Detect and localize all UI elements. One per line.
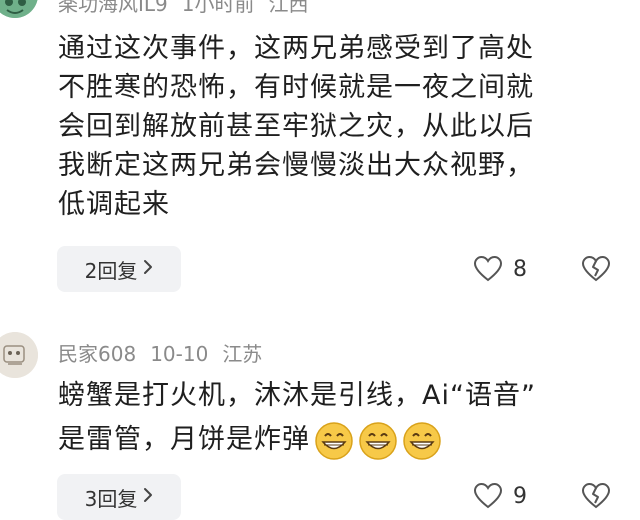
chevron-right-icon bbox=[143, 256, 153, 280]
avatar-image bbox=[0, 0, 38, 18]
comment-meta: 楽功海风IL9 1小时前 江西 bbox=[58, 0, 323, 17]
like-count: 8 bbox=[513, 256, 527, 282]
comment-item: 民家608 10-10 江苏 螃蟹是打火机，沐沐是引线，Ai“语音” 是雷管，月饼是… bbox=[0, 330, 640, 520]
grinning-face-emoji bbox=[402, 421, 442, 461]
reply-count-label: 2回复 bbox=[84, 258, 138, 283]
grinning-face-emoji bbox=[358, 421, 398, 461]
view-replies-button[interactable]: 2回复 bbox=[57, 246, 181, 292]
dislike-button[interactable] bbox=[581, 482, 611, 510]
comment-time: 10-10 bbox=[150, 342, 209, 366]
reply-count-label: 3回复 bbox=[84, 486, 138, 511]
view-replies-button[interactable]: 3回复 bbox=[57, 474, 181, 520]
comment-line: 我断定这两兄弟会慢慢淡出大众视野， bbox=[58, 150, 534, 181]
comment-line: 是雷管，月饼是炸弹 bbox=[58, 418, 618, 462]
broken-heart-icon[interactable] bbox=[581, 482, 611, 510]
heart-outline-icon[interactable] bbox=[473, 482, 503, 510]
like-count: 9 bbox=[513, 483, 527, 509]
like-control[interactable]: 8 bbox=[473, 255, 527, 283]
author-name[interactable]: 楽功海风IL9 bbox=[58, 0, 168, 16]
comment-text: 通过这次事件，这两兄弟感受到了高处 不胜寒的恐怖，有时候就是一夜之间就 会回到解… bbox=[58, 29, 618, 224]
dislike-button[interactable] bbox=[581, 255, 611, 283]
comment-location: 江西 bbox=[268, 0, 309, 16]
avatar[interactable] bbox=[0, 0, 38, 18]
comment-line-text: 是雷管，月饼是炸弹 bbox=[58, 424, 310, 455]
avatar-image bbox=[0, 332, 38, 378]
comment-meta: 民家608 10-10 江苏 bbox=[58, 338, 276, 367]
like-control[interactable]: 9 bbox=[473, 482, 527, 510]
comment-location: 江苏 bbox=[222, 342, 263, 366]
comment-line: 低调起来 bbox=[58, 189, 170, 220]
avatar[interactable] bbox=[0, 332, 38, 378]
comment-time: 1小时前 bbox=[181, 0, 255, 16]
grinning-face-emoji bbox=[314, 421, 354, 461]
heart-outline-icon[interactable] bbox=[473, 255, 503, 283]
comment-item: 楽功海风IL9 1小时前 江西 通过这次事件，这两兄弟感受到了高处 不胜寒的恐怖，有… bbox=[0, 0, 640, 300]
comment-line: 会回到解放前甚至牢狱之灾，从此以后 bbox=[58, 111, 534, 142]
comment-line: 不胜寒的恐怖，有时候就是一夜之间就 bbox=[58, 72, 534, 103]
comment-text: 螃蟹是打火机，沐沐是引线，Ai“语音” 是雷管，月饼是炸弹 bbox=[58, 374, 618, 462]
chevron-right-icon bbox=[143, 484, 153, 508]
comment-line: 螃蟹是打火机，沐沐是引线，Ai“语音” bbox=[58, 380, 536, 411]
comment-line: 通过这次事件，这两兄弟感受到了高处 bbox=[58, 33, 534, 64]
broken-heart-icon[interactable] bbox=[581, 255, 611, 283]
author-name[interactable]: 民家608 bbox=[58, 342, 136, 366]
